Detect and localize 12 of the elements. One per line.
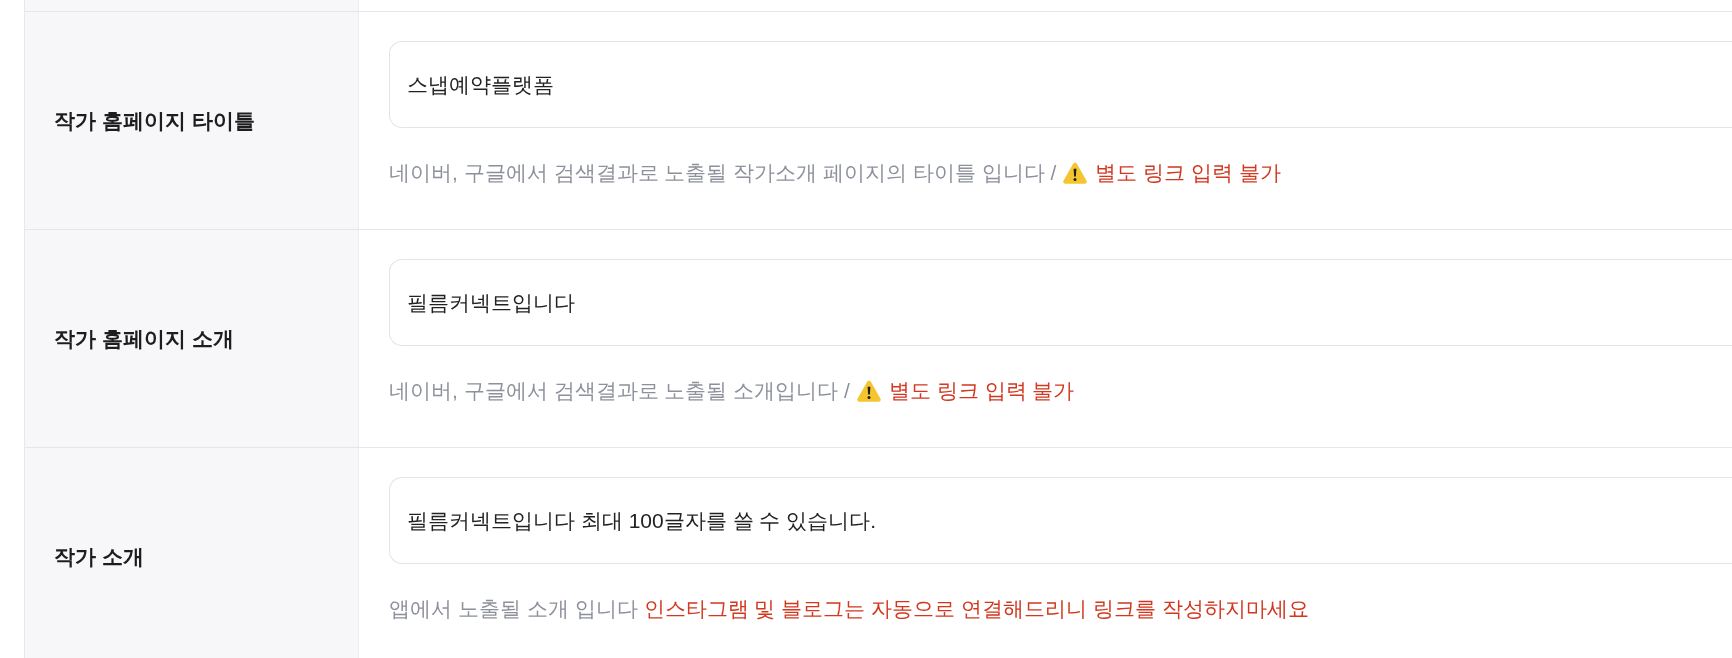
field-label: 작가 홈페이지 소개 (54, 325, 234, 352)
text-field[interactable]: 필름커넥트입니다 최대 100글자를 쓸 수 있습니다. (389, 477, 1732, 564)
warning-text: 별도 링크 입력 불가 (1095, 160, 1281, 187)
field-label: 작가 소개 (54, 543, 144, 570)
hint-text: 네이버, 구글에서 검색결과로 노출될 작가소개 페이지의 타이틀 입니다 / (389, 160, 1057, 187)
warning-text: 인스타그램 및 블로그는 자동으로 연결해드리니 링크를 작성하지마세요 (643, 596, 1309, 623)
text-field[interactable]: 스냅예약플랫폼 (389, 41, 1732, 128)
warning-text: 별도 링크 입력 불가 (888, 378, 1075, 405)
hint-text: 네이버, 구글에서 검색결과로 노출될 소개입니다 / (389, 378, 850, 405)
hint-text: 앱에서 노출될 소개 입니다 (389, 596, 638, 623)
text-field[interactable]: 필름커넥트입니다 (389, 259, 1732, 346)
field-label: 작가 홈페이지 타이틀 (54, 107, 255, 134)
